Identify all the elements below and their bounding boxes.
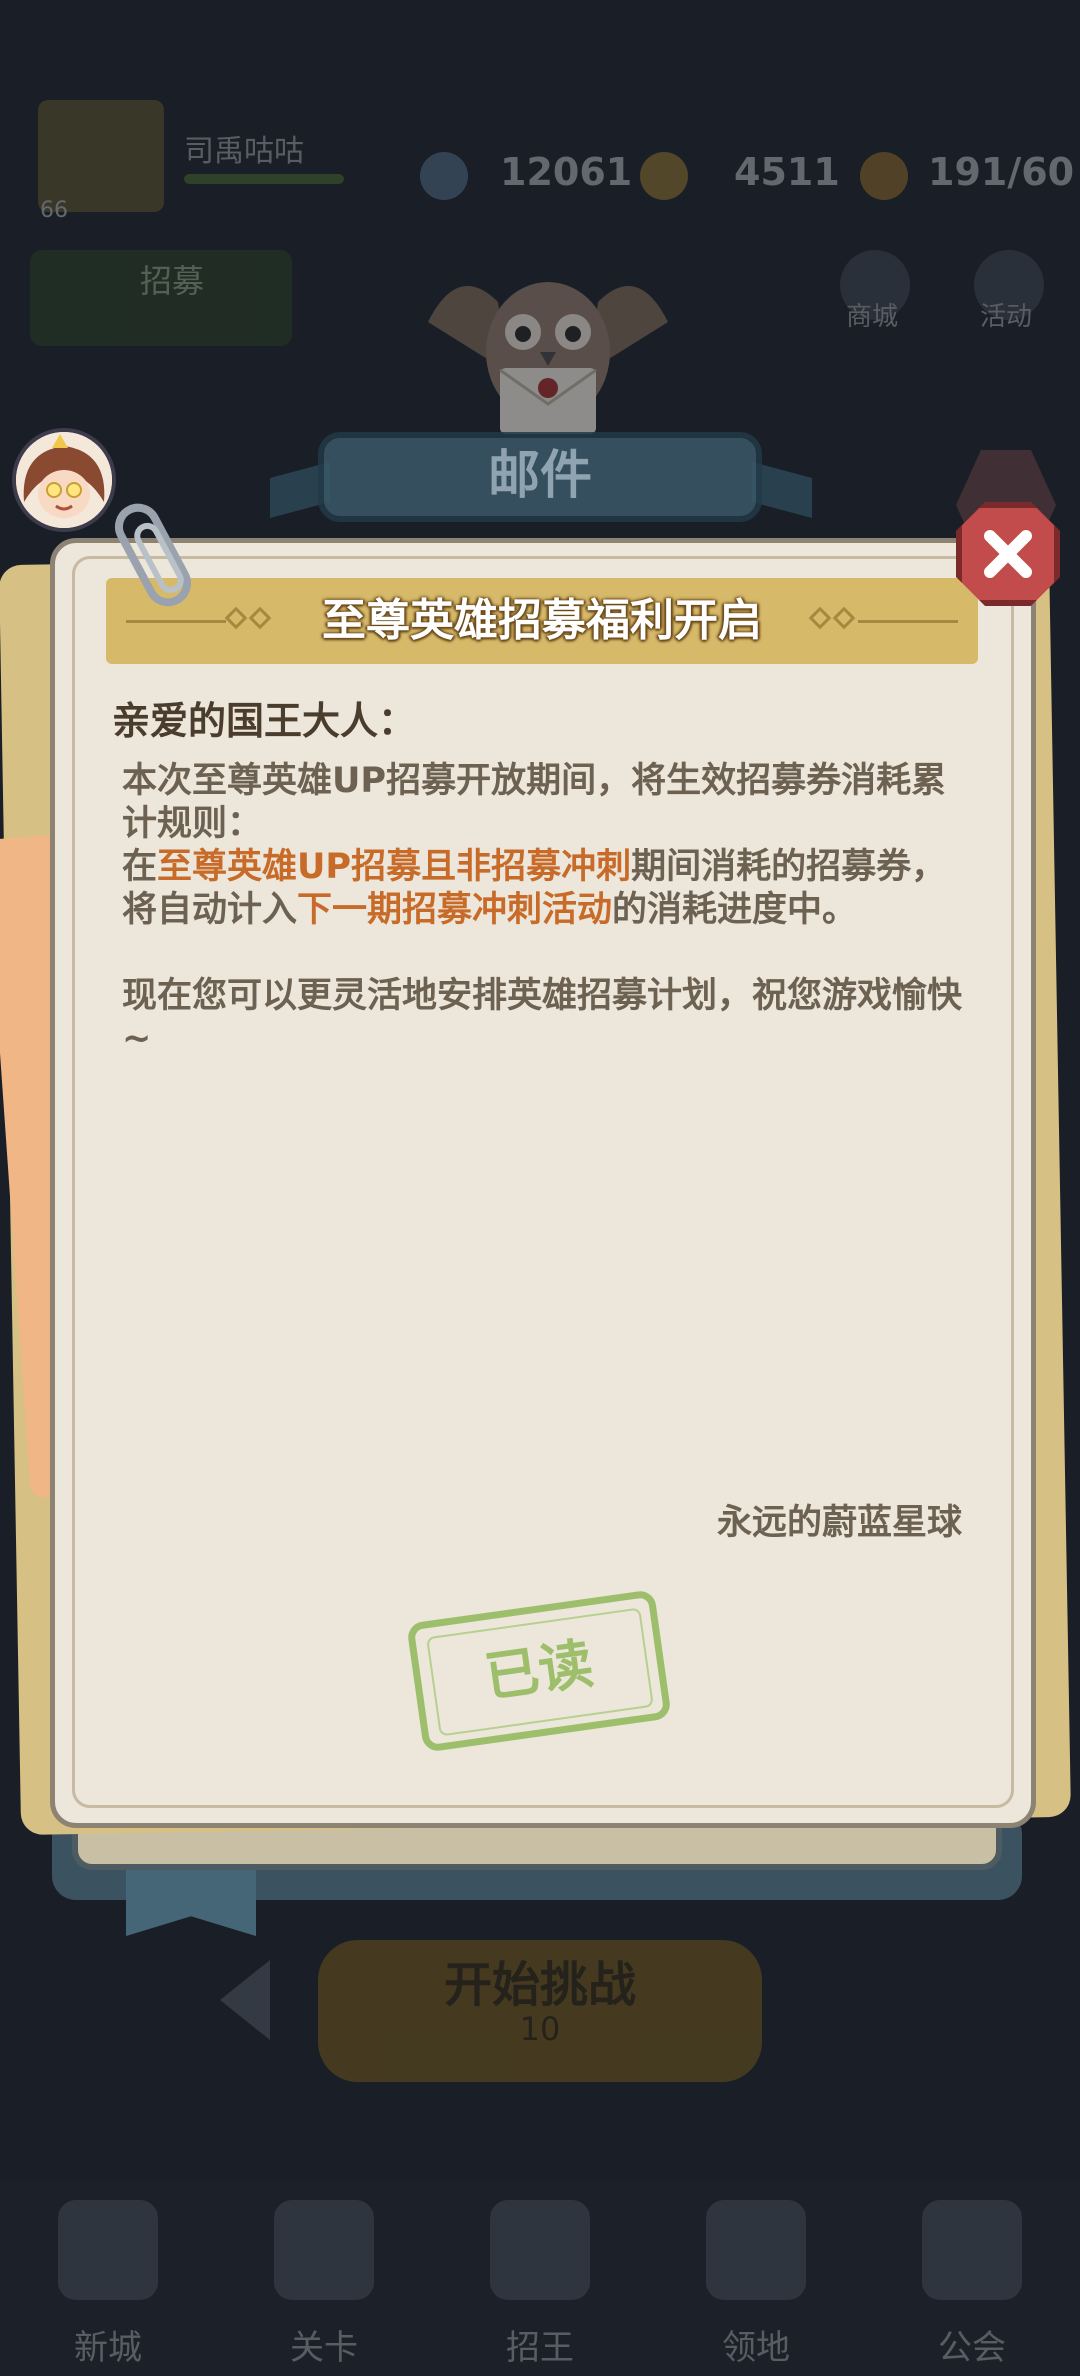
gem-icon [420, 152, 468, 200]
player-avatar [38, 100, 164, 212]
player-level: 66 [40, 198, 68, 223]
globe-icon [922, 2200, 1022, 2300]
left-arrow-icon [220, 1960, 270, 2040]
sender-avatar [12, 428, 116, 532]
stamina-icon [860, 152, 908, 200]
gem-count: 12061 [500, 150, 633, 194]
close-icon[interactable] [956, 502, 1060, 606]
coin-icon [640, 152, 688, 200]
tower-icon [706, 2200, 806, 2300]
nav-label-territory: 领地 [722, 2328, 790, 2368]
nav-label-guild: 公会 [938, 2328, 1006, 2368]
mail-body-line-1: 本次至尊英雄UP招募开放期间，将生效招募券消耗累计规则： [122, 761, 947, 844]
owl-mascot-icon [428, 282, 668, 434]
mail-body-spacer [122, 932, 962, 975]
side-label-shop: 商城 [846, 302, 899, 332]
xp-bar [184, 174, 344, 184]
nav-label-stage: 关卡 [290, 2328, 358, 2368]
mail-header-title: 邮件 [487, 446, 592, 506]
side-label-event: 活动 [980, 302, 1033, 332]
mail-body-prefix: 在 [122, 847, 158, 887]
hero-portrait-icon [16, 432, 112, 528]
crown-icon [490, 2200, 590, 2300]
stamina-count: 191/60 [928, 150, 1075, 194]
mail-highlight-2: 下一期招募冲刺活动 [297, 890, 613, 930]
map-icon [274, 2200, 374, 2300]
start-challenge-label: 开始挑战 [443, 1957, 636, 2013]
recruit-panel-label: 招募 [140, 262, 205, 300]
nav-label-recruit: 招王 [506, 2328, 574, 2368]
mail-subject: 至尊英雄招募福利开启 [322, 595, 762, 646]
mail-body: 本次至尊英雄UP招募开放期间，将生效招募券消耗累计规则： 在至尊英雄UP招募且非… [122, 760, 962, 1061]
mail-highlight-1: 至尊英雄UP招募且非招募冲刺 [157, 847, 632, 887]
player-name: 司禹咕咕 [184, 134, 304, 169]
coin-count: 4511 [734, 150, 840, 194]
top-status-bar: 66 司禹咕咕 12061 4511 191/60 [0, 90, 1080, 223]
mail-body-suffix: 的消耗进度中。 [612, 890, 858, 930]
nav-label-city: 新城 [74, 2328, 142, 2368]
start-challenge-cost: 10 [519, 2010, 561, 2048]
castle-icon [58, 2200, 158, 2300]
mail-signature: 永远的蔚蓝星球 [716, 1503, 962, 1543]
mail-body-line-2: 在至尊英雄UP招募且非招募冲刺期间消耗的招募券，将自动计入下一期招募冲刺活动的消… [122, 846, 962, 932]
mail-body-line-3: 现在您可以更灵活地安排英雄招募计划，祝您游戏愉快~ [122, 976, 963, 1059]
mail-greeting: 亲爱的国王大人： [112, 699, 417, 743]
